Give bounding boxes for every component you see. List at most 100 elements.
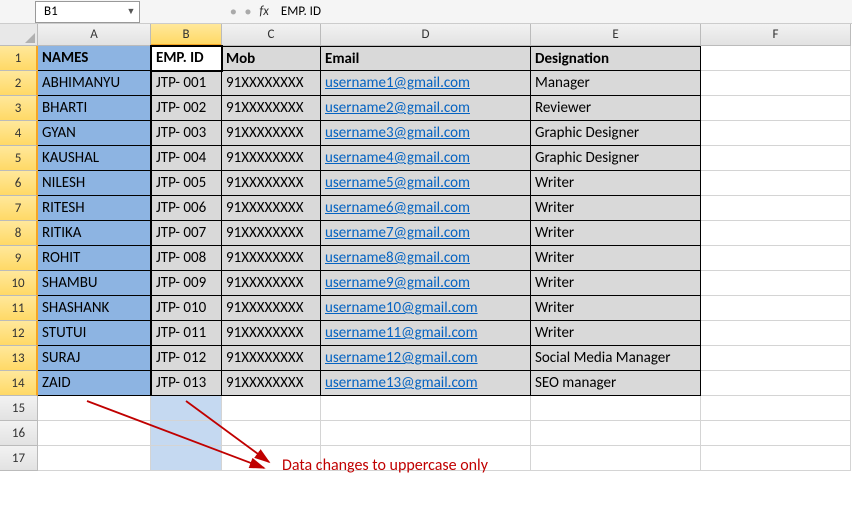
cell-A11[interactable]: SHASHANK: [38, 296, 151, 321]
cell-A9[interactable]: ROHIT: [38, 246, 151, 271]
cell-E7[interactable]: Writer: [531, 196, 701, 221]
cell-D3[interactable]: username2@gmail.com: [321, 96, 531, 121]
row-header[interactable]: 3: [0, 96, 38, 121]
row-header[interactable]: 1: [0, 46, 38, 71]
row-header[interactable]: 4: [0, 121, 38, 146]
col-header-C[interactable]: C: [222, 24, 321, 46]
email-link[interactable]: username10@gmail.com: [325, 299, 478, 317]
spreadsheet-grid[interactable]: ABCDEF1NAMESEMP. IDMobEmailDesignation2A…: [0, 24, 852, 471]
cell-E12[interactable]: Writer: [531, 321, 701, 346]
fx-icon[interactable]: fx: [259, 4, 269, 19]
cell-B5[interactable]: JTP- 004: [151, 146, 222, 171]
row-header[interactable]: 15: [0, 396, 38, 421]
email-link[interactable]: username13@gmail.com: [325, 374, 478, 392]
cell-F5[interactable]: [701, 146, 851, 171]
cell-A14[interactable]: ZAID: [38, 371, 151, 396]
cell-B17[interactable]: [151, 446, 222, 471]
cell-F13[interactable]: [701, 346, 851, 371]
cell-D12[interactable]: username11@gmail.com: [321, 321, 531, 346]
email-link[interactable]: username8@gmail.com: [325, 249, 470, 267]
cell-A3[interactable]: BHARTI: [38, 96, 151, 121]
email-link[interactable]: username2@gmail.com: [325, 99, 470, 117]
cell-A6[interactable]: NILESH: [38, 171, 151, 196]
cell-D16[interactable]: [321, 421, 531, 446]
cell-C6[interactable]: 91XXXXXXXX: [222, 171, 321, 196]
cell-A15[interactable]: [38, 396, 151, 421]
row-header[interactable]: 5: [0, 146, 38, 171]
cell-F12[interactable]: [701, 321, 851, 346]
cell-B6[interactable]: JTP- 005: [151, 171, 222, 196]
row-header[interactable]: 17: [0, 446, 38, 471]
row-header[interactable]: 14: [0, 371, 38, 396]
col-header-D[interactable]: D: [321, 24, 531, 46]
cell-C11[interactable]: 91XXXXXXXX: [222, 296, 321, 321]
cell-D9[interactable]: username8@gmail.com: [321, 246, 531, 271]
cell-B16[interactable]: [151, 421, 222, 446]
cell-E5[interactable]: Graphic Designer: [531, 146, 701, 171]
cell-C3[interactable]: 91XXXXXXXX: [222, 96, 321, 121]
cell-F8[interactable]: [701, 221, 851, 246]
cell-B3[interactable]: JTP- 002: [151, 96, 222, 121]
email-link[interactable]: username7@gmail.com: [325, 224, 470, 242]
row-header[interactable]: 13: [0, 346, 38, 371]
row-header[interactable]: 9: [0, 246, 38, 271]
cell-D14[interactable]: username13@gmail.com: [321, 371, 531, 396]
cell-C16[interactable]: [222, 421, 321, 446]
select-all-corner[interactable]: [0, 24, 38, 46]
cell-A2[interactable]: ABHIMANYU: [38, 71, 151, 96]
cell-C1[interactable]: Mob: [222, 46, 321, 71]
cell-F15[interactable]: [701, 396, 851, 421]
cell-E14[interactable]: SEO manager: [531, 371, 701, 396]
cell-E3[interactable]: Reviewer: [531, 96, 701, 121]
cell-C9[interactable]: 91XXXXXXXX: [222, 246, 321, 271]
chevron-down-icon[interactable]: ▼: [123, 6, 139, 17]
cell-A1[interactable]: NAMES: [38, 46, 151, 71]
cell-C2[interactable]: 91XXXXXXXX: [222, 71, 321, 96]
cell-B8[interactable]: JTP- 007: [151, 221, 222, 246]
email-link[interactable]: username12@gmail.com: [325, 349, 478, 367]
cell-A16[interactable]: [38, 421, 151, 446]
email-link[interactable]: username9@gmail.com: [325, 274, 470, 292]
cell-B1[interactable]: EMP. ID: [151, 46, 222, 71]
cell-E13[interactable]: Social Media Manager: [531, 346, 701, 371]
cell-B7[interactable]: JTP- 006: [151, 196, 222, 221]
cell-D13[interactable]: username12@gmail.com: [321, 346, 531, 371]
cell-D2[interactable]: username1@gmail.com: [321, 71, 531, 96]
formula-value[interactable]: EMP. ID: [281, 4, 321, 19]
row-header[interactable]: 2: [0, 71, 38, 96]
cell-F11[interactable]: [701, 296, 851, 321]
cell-D1[interactable]: Email: [321, 46, 531, 71]
cell-E15[interactable]: [531, 396, 701, 421]
cell-D10[interactable]: username9@gmail.com: [321, 271, 531, 296]
cell-E1[interactable]: Designation: [531, 46, 701, 71]
email-link[interactable]: username4@gmail.com: [325, 149, 470, 167]
cell-B2[interactable]: JTP- 001: [151, 71, 222, 96]
col-header-F[interactable]: F: [701, 24, 851, 46]
cell-E4[interactable]: Graphic Designer: [531, 121, 701, 146]
cell-E8[interactable]: Writer: [531, 221, 701, 246]
cell-B11[interactable]: JTP- 010: [151, 296, 222, 321]
email-link[interactable]: username1@gmail.com: [325, 74, 470, 92]
cell-B10[interactable]: JTP- 009: [151, 271, 222, 296]
col-header-A[interactable]: A: [38, 24, 151, 46]
cell-D5[interactable]: username4@gmail.com: [321, 146, 531, 171]
cell-A5[interactable]: KAUSHAL: [38, 146, 151, 171]
cell-A4[interactable]: GYAN: [38, 121, 151, 146]
cell-F10[interactable]: [701, 271, 851, 296]
row-header[interactable]: 7: [0, 196, 38, 221]
cell-F17[interactable]: [701, 446, 851, 471]
cell-E9[interactable]: Writer: [531, 246, 701, 271]
cell-A7[interactable]: RITESH: [38, 196, 151, 221]
cell-C8[interactable]: 91XXXXXXXX: [222, 221, 321, 246]
row-header[interactable]: 12: [0, 321, 38, 346]
cell-D15[interactable]: [321, 396, 531, 421]
cell-E2[interactable]: Manager: [531, 71, 701, 96]
cell-A10[interactable]: SHAMBU: [38, 271, 151, 296]
row-header[interactable]: 8: [0, 221, 38, 246]
cell-C7[interactable]: 91XXXXXXXX: [222, 196, 321, 221]
cell-F6[interactable]: [701, 171, 851, 196]
cell-A12[interactable]: STUTUI: [38, 321, 151, 346]
cell-F16[interactable]: [701, 421, 851, 446]
email-link[interactable]: username6@gmail.com: [325, 199, 470, 217]
email-link[interactable]: username5@gmail.com: [325, 174, 470, 192]
